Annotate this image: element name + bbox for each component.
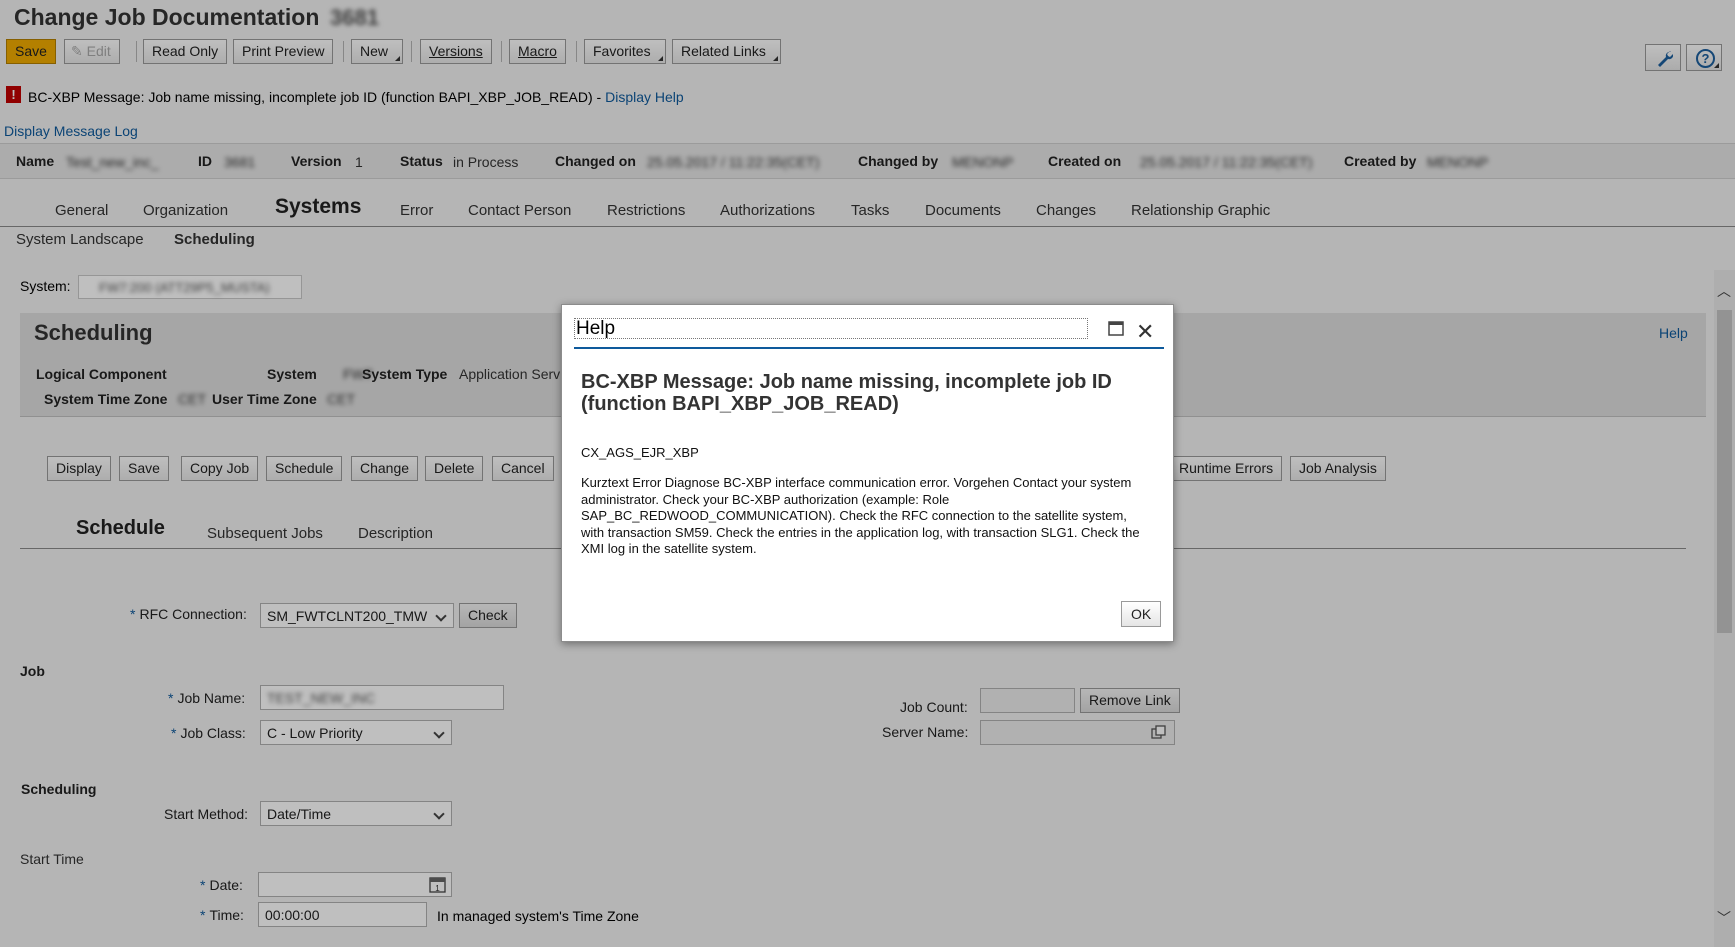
maximize-icon[interactable] — [1108, 321, 1124, 336]
ok-button[interactable]: OK — [1121, 601, 1162, 627]
dialog-title: Help — [574, 318, 1088, 339]
dialog-message-class: CX_AGS_EJR_XBP — [581, 445, 699, 460]
help-dialog: Help ✕ BC-XBP Message: Job name missing,… — [561, 304, 1174, 642]
dialog-title-underline — [574, 347, 1164, 349]
dialog-heading: BC-XBP Message: Job name missing, incomp… — [581, 371, 1112, 415]
close-icon[interactable]: ✕ — [1136, 319, 1154, 345]
dialog-body-text: Kurztext Error Diagnose BC-XBP interface… — [581, 475, 1140, 556]
